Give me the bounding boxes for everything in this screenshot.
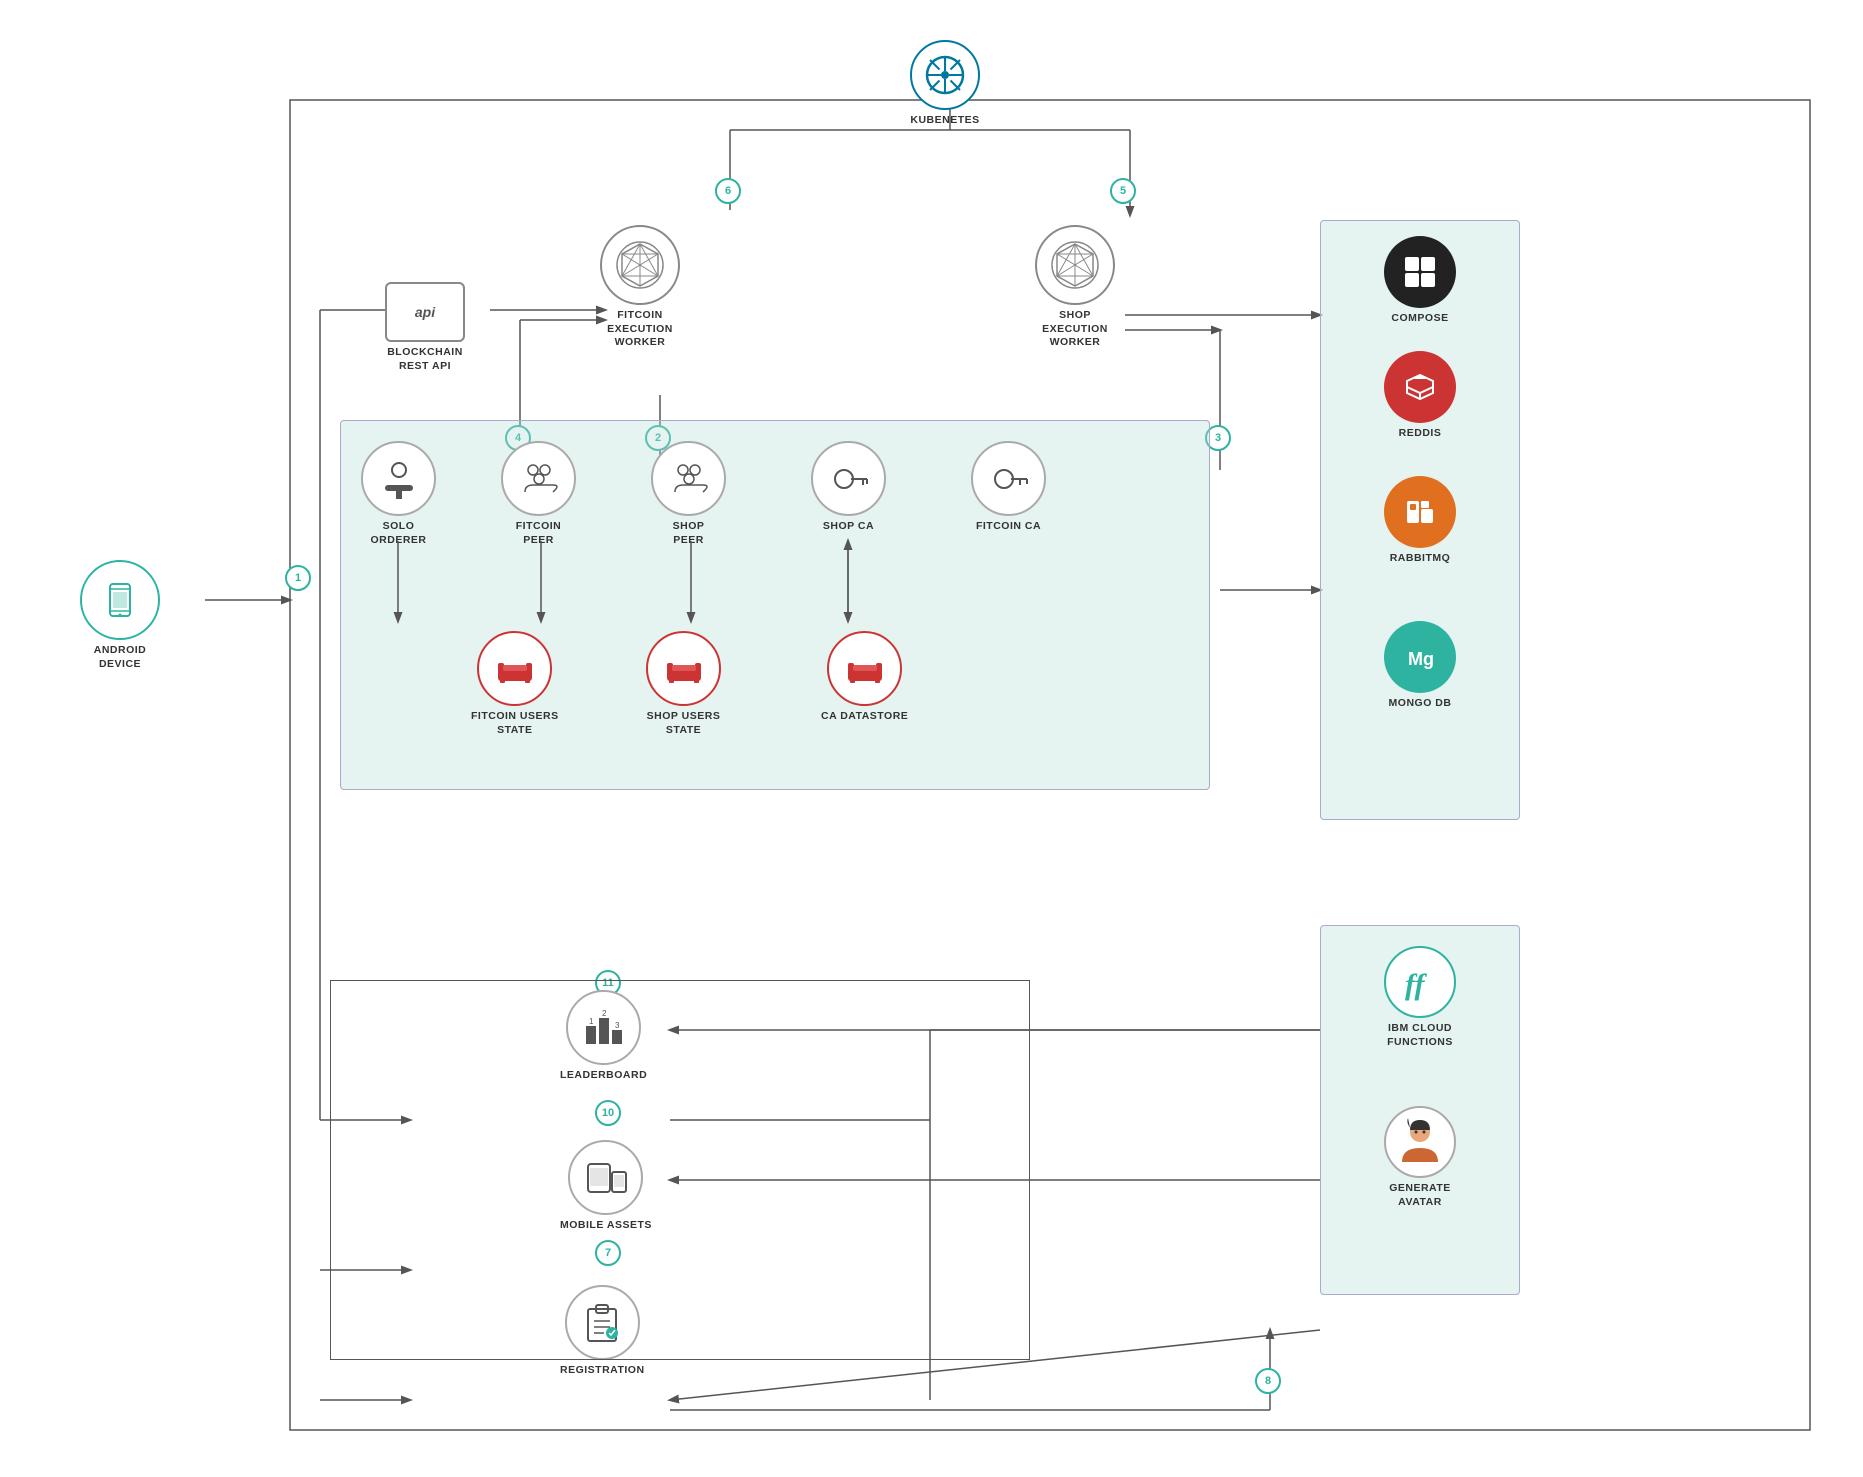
shop-worker-icon bbox=[1035, 225, 1115, 305]
fitcoin-users-state-node: FITCOIN USERSSTATE bbox=[471, 631, 559, 737]
android-icon bbox=[80, 560, 160, 640]
android-label: ANDROIDDEVICE bbox=[94, 644, 147, 671]
blockchain-api-icon: api bbox=[385, 282, 465, 342]
solo-orderer-node: SOLOORDERER bbox=[361, 441, 436, 547]
rabbitmq-icon bbox=[1384, 476, 1456, 548]
step-5-badge: 5 bbox=[1110, 178, 1136, 204]
compose-label: COMPOSE bbox=[1391, 312, 1448, 326]
fitcoin-users-state-icon bbox=[477, 631, 552, 706]
solo-orderer-label: SOLOORDERER bbox=[370, 520, 426, 547]
shop-peer-icon bbox=[651, 441, 726, 516]
svg-text:Mg: Mg bbox=[1408, 649, 1434, 669]
generate-avatar-label: GENERATEAVATAR bbox=[1389, 1182, 1451, 1209]
solo-orderer-icon bbox=[361, 441, 436, 516]
shop-ca-label: SHOP CA bbox=[823, 520, 874, 534]
blockchain-inner-box: SOLOORDERER FITCOINPEER bbox=[340, 420, 1210, 790]
blockchain-api-node: api BLOCKCHAINREST API bbox=[385, 282, 465, 373]
compose-icon bbox=[1384, 236, 1456, 308]
right-panel-top: COMPOSE REDDIS bbox=[1320, 220, 1520, 820]
fitcoin-peer-node: FITCOINPEER bbox=[501, 441, 576, 547]
blockchain-api-label: BLOCKCHAINREST API bbox=[387, 346, 463, 373]
kubernetes-label: KUBENETES bbox=[910, 114, 979, 128]
svg-text:ff: ff bbox=[1405, 968, 1427, 1001]
step-1-badge: 1 bbox=[285, 565, 311, 591]
shop-ca-node: SHOP CA bbox=[811, 441, 886, 534]
android-node: ANDROIDDEVICE bbox=[80, 560, 160, 671]
fitcoin-peer-icon bbox=[501, 441, 576, 516]
shop-peer-node: SHOPPEER bbox=[651, 441, 726, 547]
right-panel-bottom: ff IBM CLOUDFUNCTIONS bbox=[1320, 925, 1520, 1295]
shop-users-state-label: SHOP USERSSTATE bbox=[647, 710, 721, 737]
fitcoin-worker-node: FITCOINEXECUTIONWORKER bbox=[600, 225, 680, 350]
shop-users-state-icon bbox=[646, 631, 721, 706]
kubernetes-icon bbox=[910, 40, 980, 110]
rabbitmq-label: RABBITMQ bbox=[1390, 552, 1451, 566]
shop-peer-label: SHOPPEER bbox=[673, 520, 705, 547]
shop-users-state-node: SHOP USERSSTATE bbox=[646, 631, 721, 737]
ibm-cloud-functions-node: ff IBM CLOUDFUNCTIONS bbox=[1384, 946, 1456, 1049]
kubernetes-node: KUBENETES bbox=[910, 40, 980, 128]
fitcoin-worker-icon bbox=[600, 225, 680, 305]
bottom-box bbox=[330, 980, 1030, 1360]
ibm-cloud-functions-icon: ff bbox=[1384, 946, 1456, 1018]
ibm-cloud-functions-label: IBM CLOUDFUNCTIONS bbox=[1387, 1022, 1453, 1049]
reddis-label: REDDIS bbox=[1399, 427, 1442, 441]
diagram-container: 1 2 3 4 5 6 7 8 10 11 KUBENETES bbox=[30, 30, 1830, 1450]
fitcoin-ca-label: FITCOIN CA bbox=[976, 520, 1041, 534]
reddis-node: REDDIS bbox=[1384, 351, 1456, 441]
ca-datastore-label: CA DATASTORE bbox=[821, 710, 908, 724]
fitcoin-worker-label: FITCOINEXECUTIONWORKER bbox=[607, 309, 673, 350]
step-8-badge: 8 bbox=[1255, 1368, 1281, 1394]
fitcoin-peer-label: FITCOINPEER bbox=[516, 520, 562, 547]
step-6-badge: 6 bbox=[715, 178, 741, 204]
fitcoin-ca-node: FITCOIN CA bbox=[971, 441, 1046, 534]
shop-worker-node: SHOPEXECUTIONWORKER bbox=[1035, 225, 1115, 350]
mongodb-label: MONGO DB bbox=[1389, 697, 1452, 711]
rabbitmq-node: RABBITMQ bbox=[1384, 476, 1456, 566]
generate-avatar-icon bbox=[1384, 1106, 1456, 1178]
fitcoin-users-state-label: FITCOIN USERSSTATE bbox=[471, 710, 559, 737]
mongodb-node: Mg MONGO DB bbox=[1384, 621, 1456, 711]
shop-ca-icon bbox=[811, 441, 886, 516]
shop-worker-label: SHOPEXECUTIONWORKER bbox=[1042, 309, 1108, 350]
mongodb-icon: Mg bbox=[1384, 621, 1456, 693]
reddis-icon bbox=[1384, 351, 1456, 423]
registration-label: REGISTRATION bbox=[560, 1364, 645, 1378]
fitcoin-ca-icon bbox=[971, 441, 1046, 516]
ca-datastore-node: CA DATASTORE bbox=[821, 631, 908, 724]
generate-avatar-node: GENERATEAVATAR bbox=[1384, 1106, 1456, 1209]
compose-node: COMPOSE bbox=[1384, 236, 1456, 326]
ca-datastore-icon bbox=[827, 631, 902, 706]
